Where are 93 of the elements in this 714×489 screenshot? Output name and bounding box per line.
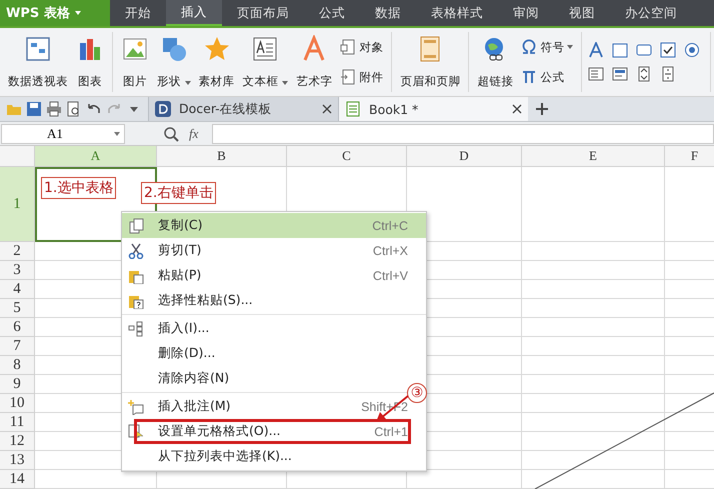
- object-icon: [340, 39, 356, 55]
- insert-cells-icon: [128, 320, 144, 336]
- menu-tab[interactable]: 审阅: [498, 0, 554, 26]
- pi-icon: [521, 69, 538, 85]
- menu-tab[interactable]: 插入: [166, 0, 222, 26]
- formula-input[interactable]: [212, 124, 714, 144]
- row-header[interactable]: 4: [0, 280, 35, 299]
- star-icon: [202, 35, 231, 63]
- row-header[interactable]: 1: [0, 167, 35, 242]
- menu-item[interactable]: 剪切(T) Ctrl+X: [122, 238, 426, 263]
- scissors-icon: [128, 242, 144, 258]
- save-icon[interactable]: [26, 101, 42, 117]
- menu-item[interactable]: 复制(C) Ctrl+C: [122, 213, 426, 238]
- close-icon[interactable]: [512, 104, 522, 114]
- menu-item[interactable]: 插入(I)...: [122, 316, 426, 341]
- ribbon-button[interactable]: 符号: [519, 37, 576, 57]
- column-header[interactable]: F: [665, 146, 714, 167]
- caret-icon: [282, 81, 288, 85]
- cell-reference-field[interactable]: A1: [1, 124, 125, 144]
- row-header[interactable]: 13: [0, 451, 35, 470]
- app-menu-button[interactable]: WPS 表格: [0, 0, 110, 26]
- ribbon-button[interactable]: 附件: [338, 67, 386, 87]
- row-header[interactable]: 10: [0, 394, 35, 413]
- omega-icon: [521, 39, 538, 55]
- spinner-icon[interactable]: [636, 66, 652, 82]
- menu-item[interactable]: 设置单元格格式(O)... Ctrl+1: [122, 419, 426, 444]
- combo-box-icon[interactable]: [612, 66, 628, 82]
- ribbon-button[interactable]: 超链接: [475, 32, 516, 92]
- add-tab-icon[interactable]: [534, 101, 550, 117]
- format-cells-icon: [128, 424, 144, 440]
- caret-icon: [74, 11, 81, 15]
- row-header[interactable]: 2: [0, 242, 35, 261]
- menu-item[interactable]: 从下拉列表中选择(K)...: [122, 444, 426, 469]
- menu-item[interactable]: 选择性粘贴(S)...: [122, 288, 426, 313]
- column-header[interactable]: E: [522, 146, 665, 167]
- row-header[interactable]: 7: [0, 337, 35, 356]
- column-header[interactable]: C: [287, 146, 407, 167]
- pivot-table-icon: [24, 35, 52, 63]
- ribbon-button[interactable]: 艺术字: [294, 32, 334, 92]
- note-icon[interactable]: [612, 42, 628, 58]
- d-logo-icon: [155, 101, 171, 117]
- ribbon-button[interactable]: 数据透视表: [6, 32, 70, 92]
- list-box-icon[interactable]: [588, 66, 604, 82]
- select-all-corner[interactable]: [0, 146, 35, 167]
- attachment-icon: [340, 69, 356, 85]
- spreadsheet-icon: [345, 101, 361, 117]
- menu-tab[interactable]: 表格样式: [416, 0, 498, 26]
- ribbon-button[interactable]: 页眉和页脚: [398, 32, 462, 92]
- ribbon-button[interactable]: 图片: [119, 32, 151, 92]
- print-icon[interactable]: [46, 101, 62, 117]
- document-tab[interactable]: Book1 *: [338, 97, 528, 121]
- menu-item[interactable]: 粘贴(P) Ctrl+V: [122, 263, 426, 288]
- row-header[interactable]: 12: [0, 432, 35, 451]
- ribbon-button[interactable]: 文本框: [240, 32, 290, 92]
- scrollbar-icon[interactable]: [660, 66, 676, 82]
- row-header[interactable]: 8: [0, 356, 35, 375]
- menu-tab[interactable]: 开始: [110, 0, 166, 26]
- letter-a-icon[interactable]: [588, 42, 604, 58]
- row-header[interactable]: 11: [0, 413, 35, 432]
- row-header[interactable]: 14: [0, 470, 35, 489]
- ribbon-button[interactable]: 素材库: [196, 32, 237, 92]
- menu-tab[interactable]: 公式: [304, 0, 360, 26]
- row-header[interactable]: 5: [0, 299, 35, 318]
- comment-sparkle-icon: [128, 398, 144, 414]
- search-icon[interactable]: [163, 126, 179, 142]
- menu-tab[interactable]: 数据: [360, 0, 416, 26]
- ribbon-button[interactable]: 对象: [338, 37, 386, 57]
- text-box-icon: [251, 35, 280, 63]
- annotation-label: 1.选中表格: [41, 177, 116, 199]
- copy-icon: [128, 218, 144, 234]
- checkbox-icon[interactable]: [660, 42, 676, 58]
- row-header[interactable]: 6: [0, 318, 35, 337]
- annotation-label: 2.右键单击: [141, 182, 216, 204]
- row-header[interactable]: 3: [0, 261, 35, 280]
- close-icon[interactable]: [322, 104, 332, 114]
- ribbon-button[interactable]: 图表: [74, 32, 106, 92]
- menu-item[interactable]: 删除(D)...: [122, 341, 426, 366]
- rectangle-icon[interactable]: [636, 42, 652, 58]
- column-header[interactable]: D: [407, 146, 522, 167]
- column-header[interactable]: A: [35, 146, 157, 167]
- caret-icon: [184, 81, 191, 85]
- ribbon-button[interactable]: 形状: [155, 32, 193, 92]
- caret-icon: [567, 45, 574, 49]
- caret-icon: [114, 132, 120, 136]
- document-tab[interactable]: Docer-在线模板: [148, 97, 338, 121]
- ribbon-button[interactable]: 公式: [519, 67, 576, 87]
- menu-tab[interactable]: 办公空间: [610, 0, 692, 26]
- column-header[interactable]: B: [157, 146, 287, 167]
- radio-icon[interactable]: [684, 42, 700, 58]
- menu-tab[interactable]: 视图: [554, 0, 610, 26]
- row-header[interactable]: 9: [0, 375, 35, 394]
- menu-tab[interactable]: 页面布局: [222, 0, 304, 26]
- function-button[interactable]: fx: [189, 126, 198, 142]
